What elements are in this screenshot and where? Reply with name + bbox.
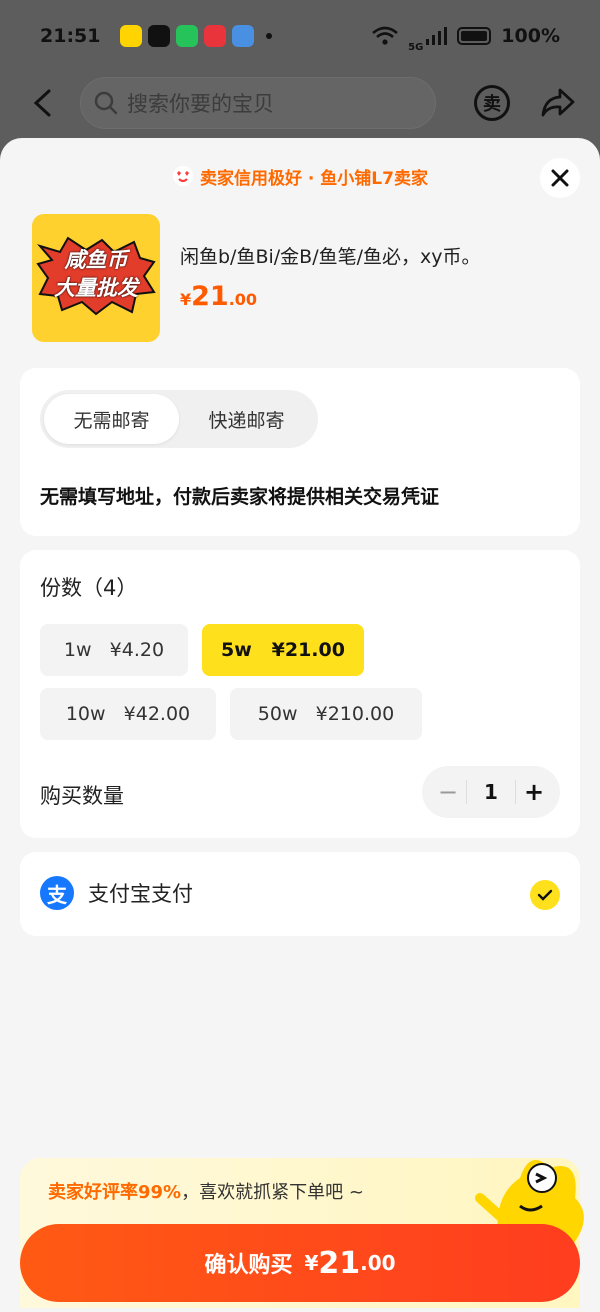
share-icon[interactable] [540,87,576,119]
seller-credit-tag: 卖家信用极好 · 鱼小铺L7卖家 [172,164,428,189]
confirm-currency: ¥ [304,1251,319,1275]
confirm-purchase-button[interactable]: 确认购买 ¥21.00 [20,1224,580,1302]
alipay-icon: 支 [40,876,74,910]
notification-icons [120,25,273,47]
option-5w[interactable]: 5w ¥21.00 [202,624,364,676]
promo-highlight: 卖家好评率99% [48,1182,182,1203]
seller-tag-text: 卖家信用极好 · 鱼小铺L7卖家 [200,168,428,189]
confirm-price-integer: 21 [318,1245,361,1281]
payment-card[interactable]: 支 支付宝支付 [20,852,580,936]
quantity-stepper: − 1 + [422,766,560,818]
tab-express-shipping[interactable]: 快递邮寄 [179,394,314,444]
search-placeholder: 搜索你要的宝贝 [127,92,274,116]
status-time: 21:51 [40,25,101,47]
product-thumbnail: 咸鱼币 大量批发 [32,214,160,342]
quantity-label: 购买数量 [40,784,124,808]
quantity-value: 1 [466,780,516,804]
product-price: ¥21.00 [180,281,481,312]
thumbnail-line1: 咸鱼币 [64,248,128,272]
weather-icon [232,25,255,47]
selected-check-icon[interactable] [530,880,560,910]
confirm-label: 确认购买 [204,1253,293,1278]
option-50w[interactable]: 50w ¥210.00 [230,688,422,740]
back-button[interactable] [24,85,60,121]
app-notification-icon [204,25,227,47]
top-nav: 搜索你要的宝贝 卖 [0,72,600,134]
shipping-tabs: 无需邮寄 快递邮寄 [40,390,318,448]
status-bar: 21:51 5G 100% [0,0,600,72]
payment-method-label: 支付宝支付 [88,882,193,906]
search-icon [94,91,118,115]
options-card: 份数（4） 1w ¥4.20 5w ¥21.00 10w ¥42.00 50w … [20,550,580,838]
close-icon [551,169,569,187]
network-type: 5G [408,41,424,53]
signal-icon [426,27,448,45]
sell-icon: 卖 [483,94,501,115]
tab-no-shipping[interactable]: 无需邮寄 [44,394,179,444]
battery-level: 100% [501,25,560,47]
price-currency: ¥ [180,290,192,309]
sell-button[interactable]: 卖 [474,85,510,121]
price-decimal: .00 [228,290,258,309]
price-integer: 21 [191,281,229,312]
promo-rest: ，喜欢就抓紧下单吧 ~ [181,1182,364,1203]
shipping-card: 无需邮寄 快递邮寄 无需填写地址，付款后卖家将提供相关交易凭证 [20,368,580,536]
app-notification-icon [176,25,199,47]
option-1w[interactable]: 1w ¥4.20 [40,624,188,676]
thumbnail-line2: 大量批发 [54,276,138,300]
search-input[interactable]: 搜索你要的宝贝 [80,77,436,129]
product-summary: 咸鱼币 大量批发 闲鱼b/鱼Bi/金B/鱼笔/鱼必，xy币。 ¥21.00 [0,214,600,364]
sheet-header: 卖家信用极好 · 鱼小铺L7卖家 [0,138,600,214]
tiktok-icon [148,25,171,47]
increase-button[interactable]: + [522,778,546,806]
shipping-note: 无需填写地址，付款后卖家将提供相关交易凭证 [40,486,440,508]
confirm-price-decimal: .00 [360,1251,396,1275]
app-notification-icon [120,25,143,47]
close-button[interactable] [540,158,580,198]
more-notifications-icon [266,33,273,39]
back-arrow-icon [33,89,51,117]
options-title: 份数（4） [40,576,138,600]
promo-text: 卖家好评率99%，喜欢就抓紧下单吧 ~ [48,1178,364,1204]
wifi-icon [372,26,398,45]
product-title: 闲鱼b/鱼Bi/金B/鱼笔/鱼必，xy币。 [180,246,481,268]
decrease-button[interactable]: − [436,778,460,806]
option-10w[interactable]: 10w ¥42.00 [40,688,216,740]
heart-eyes-icon [173,166,194,186]
battery-icon [457,27,492,45]
